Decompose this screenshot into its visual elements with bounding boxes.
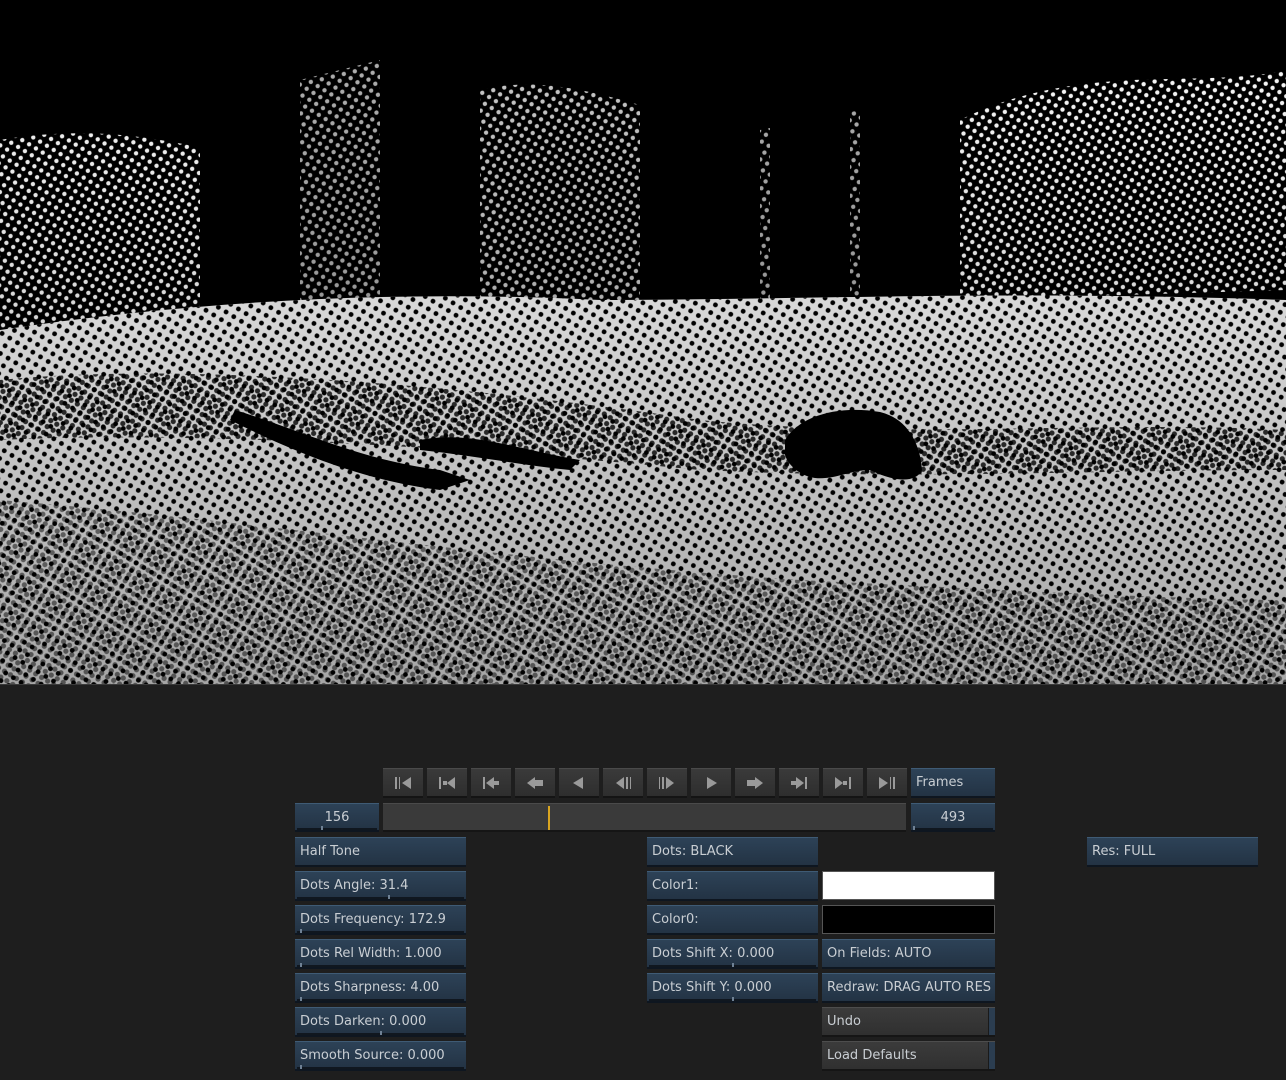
dots-sharpness-label: Dots Sharpness: 4.00 xyxy=(300,980,440,995)
smooth-source-tick xyxy=(300,1065,302,1069)
smooth-source-slider[interactable]: Smooth Source: 0.000 xyxy=(295,1041,466,1071)
dots-mode-label: Dots: BLACK xyxy=(652,844,734,859)
color1-label: Color1: xyxy=(652,878,699,893)
play-reverse-button[interactable] xyxy=(559,768,599,798)
halftone-image xyxy=(0,0,1286,684)
dots-rel-width-label: Dots Rel Width: 1.000 xyxy=(300,946,442,961)
dots-sharpness-track xyxy=(297,999,464,1001)
dots-shift-x-label: Dots Shift X: 0.000 xyxy=(652,946,775,961)
load-defaults-button[interactable]: Load Defaults xyxy=(822,1041,995,1071)
end-frame-value: 493 xyxy=(940,810,966,825)
resolution-button[interactable]: Res: FULL xyxy=(1087,837,1258,867)
color0-label: Color0: xyxy=(652,912,699,927)
dots-rel-width-track xyxy=(297,965,464,967)
undo-indicator xyxy=(988,1008,995,1035)
step-forward-icon xyxy=(747,776,763,789)
dots-shift-y-label: Dots Shift Y: 0.000 xyxy=(652,980,772,995)
dots-sharpness-slider[interactable]: Dots Sharpness: 4.00 xyxy=(295,973,466,1003)
color0-swatch[interactable] xyxy=(822,905,995,934)
dots-darken-tick xyxy=(380,1031,382,1035)
go-to-start-icon xyxy=(395,776,411,789)
dots-rel-width-slider[interactable]: Dots Rel Width: 1.000 xyxy=(295,939,466,969)
go-to-start-button[interactable] xyxy=(383,768,423,798)
color0-button[interactable]: Color0: xyxy=(647,905,818,935)
next-keyframe-button[interactable] xyxy=(779,768,819,798)
redraw-label: Redraw: DRAG AUTO RES xyxy=(827,980,992,995)
undo-label: Undo xyxy=(827,1014,861,1029)
color1-button[interactable]: Color1: xyxy=(647,871,818,901)
play-reverse-icon xyxy=(573,776,583,789)
go-to-end-icon xyxy=(879,776,895,789)
go-to-in-point-icon xyxy=(439,776,455,789)
end-frame-track xyxy=(913,828,993,830)
dots-angle-tick xyxy=(388,895,390,899)
dots-angle-track xyxy=(297,897,464,899)
dots-shift-x-tick xyxy=(732,963,734,967)
dots-darken-slider[interactable]: Dots Darken: 0.000 xyxy=(295,1007,466,1037)
on-fields-button[interactable]: On Fields: AUTO xyxy=(822,939,995,969)
dots-rel-width-tick xyxy=(300,963,302,967)
previous-keyframe-button[interactable] xyxy=(471,768,511,798)
load-defaults-label: Load Defaults xyxy=(827,1048,917,1063)
dots-frequency-tick xyxy=(300,929,302,933)
playhead[interactable] xyxy=(548,806,550,830)
dots-darken-label: Dots Darken: 0.000 xyxy=(300,1014,427,1029)
end-frame-tick xyxy=(913,826,915,830)
next-frame-button[interactable] xyxy=(647,768,687,798)
dots-shift-y-tick xyxy=(732,997,734,1001)
next-keyframe-icon xyxy=(791,776,807,789)
go-to-out-point-icon xyxy=(835,776,851,789)
previous-frame-button[interactable] xyxy=(603,768,643,798)
go-to-out-point-button[interactable] xyxy=(823,768,863,798)
smooth-source-track xyxy=(297,1067,464,1069)
dots-frequency-track xyxy=(297,931,464,933)
previous-frame-icon xyxy=(616,776,631,789)
resolution-label: Res: FULL xyxy=(1092,844,1156,859)
frames-mode-label: Frames xyxy=(916,775,964,790)
step-back-icon xyxy=(527,776,543,789)
undo-button[interactable]: Undo xyxy=(822,1007,995,1037)
redraw-button[interactable]: Redraw: DRAG AUTO RES xyxy=(822,973,995,1003)
frames-mode-button[interactable]: Frames xyxy=(911,768,995,798)
go-to-end-button[interactable] xyxy=(867,768,907,798)
play-button[interactable] xyxy=(691,768,731,798)
play-icon xyxy=(707,776,717,789)
dots-mode-button[interactable]: Dots: BLACK xyxy=(647,837,818,867)
step-back-button[interactable] xyxy=(515,768,555,798)
dots-shift-y-slider[interactable]: Dots Shift Y: 0.000 xyxy=(647,973,818,1003)
effect-name-button[interactable]: Half Tone xyxy=(295,837,466,867)
previous-keyframe-icon xyxy=(483,776,499,789)
viewer-divider xyxy=(0,684,1286,685)
timeline-scrubber[interactable] xyxy=(383,803,906,832)
image-viewer[interactable] xyxy=(0,0,1286,684)
effect-name-label: Half Tone xyxy=(300,844,360,859)
dots-shift-x-slider[interactable]: Dots Shift X: 0.000 xyxy=(647,939,818,969)
dots-frequency-label: Dots Frequency: 172.9 xyxy=(300,912,446,927)
smooth-source-label: Smooth Source: 0.000 xyxy=(300,1048,445,1063)
current-frame-field[interactable]: 156 xyxy=(295,803,379,832)
on-fields-label: On Fields: AUTO xyxy=(827,946,932,961)
step-forward-button[interactable] xyxy=(735,768,775,798)
current-frame-track xyxy=(297,828,377,830)
current-frame-tick xyxy=(321,826,323,830)
dots-sharpness-tick xyxy=(300,997,302,1001)
dots-angle-label: Dots Angle: 31.4 xyxy=(300,878,409,893)
color1-swatch[interactable] xyxy=(822,871,995,900)
dots-angle-slider[interactable]: Dots Angle: 31.4 xyxy=(295,871,466,901)
load-defaults-indicator xyxy=(988,1042,995,1069)
next-frame-icon xyxy=(659,776,674,789)
end-frame-field[interactable]: 493 xyxy=(911,803,995,832)
current-frame-value: 156 xyxy=(324,810,350,825)
dots-frequency-slider[interactable]: Dots Frequency: 172.9 xyxy=(295,905,466,935)
go-to-in-point-button[interactable] xyxy=(427,768,467,798)
